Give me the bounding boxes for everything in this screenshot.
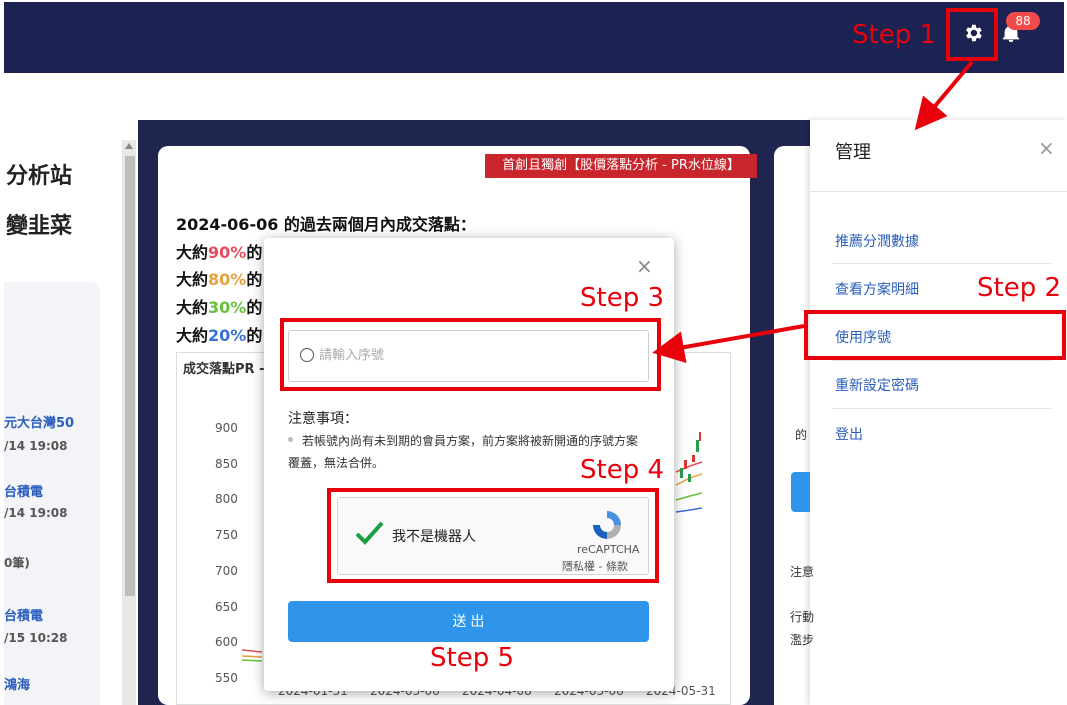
y-tick: 800: [215, 492, 238, 506]
peek-text: 的: [795, 428, 808, 442]
pr-line-90: 大約90%的: [176, 243, 263, 262]
y-tick: 600: [215, 635, 238, 649]
step4-highlight: [327, 488, 659, 583]
notification-badge: 88: [1006, 12, 1040, 30]
left-pane: 分析站 變韭菜 元大台灣50 /14 19:08 台積電 /14 19:08 0…: [4, 120, 138, 705]
step4-label: Step 4: [580, 455, 665, 485]
list-item-time: /14 19:08: [4, 439, 68, 453]
list-item-time: /14 19:08: [4, 506, 68, 520]
step1-highlight: [946, 8, 998, 61]
list-item-name[interactable]: 元大台灣50: [4, 412, 74, 431]
y-tick: 650: [215, 600, 238, 614]
peek-button: [791, 472, 810, 512]
drawer-item-referral[interactable]: 推薦分潤數據: [835, 231, 919, 251]
pr-line-30: 大約30%的: [176, 298, 263, 317]
site-title-line1: 分析站: [6, 164, 73, 189]
drawer-item-plan-details[interactable]: 查看方案明細: [835, 279, 919, 299]
feature-ribbon: 首創且獨創【股價落點分析 - PR水位線】: [485, 154, 757, 178]
y-tick: 900: [215, 421, 238, 435]
list-item-name[interactable]: 台積電: [4, 481, 43, 500]
drawer-divider: [832, 263, 1052, 264]
y-tick: 850: [215, 457, 238, 471]
y-tick: 550: [215, 671, 238, 685]
pr-line-80: 大約80%的: [176, 270, 263, 289]
modal-close-icon[interactable]: ×: [636, 254, 653, 278]
list-item-time: /15 10:28: [4, 631, 68, 645]
peek-text: 濫步: [790, 633, 815, 647]
step2-label: Step 2: [977, 273, 1062, 303]
notice-heading: 注意事項：: [288, 411, 358, 427]
y-tick: 750: [215, 528, 238, 542]
screen: 88 分析站 變韭菜 元大台灣50 /14 19:08 台積電 /14 19:0…: [0, 0, 1067, 705]
peek-text: 注意: [790, 565, 815, 579]
list-item-name[interactable]: 台積電: [4, 605, 43, 624]
step2-highlight: [804, 310, 1066, 360]
list-item-count: 0筆): [4, 556, 30, 570]
step3-label: Step 3: [580, 283, 665, 313]
step1-label: Step 1: [852, 20, 937, 50]
step3-highlight: [280, 318, 661, 391]
drawer-divider: [832, 408, 1052, 409]
drawer-divider: [832, 360, 1052, 361]
scrollbar-thumb[interactable]: [125, 156, 135, 596]
y-tick: 700: [215, 564, 238, 578]
step5-label: Step 5: [430, 643, 515, 673]
peek-text: 行動: [790, 610, 815, 624]
drawer-title: 管理: [835, 142, 871, 163]
submit-button[interactable]: 送 出: [288, 601, 649, 642]
site-title-line2: 變韭菜: [6, 214, 73, 239]
analysis-title: 2024-06-06 的過去兩個月內成交落點：: [176, 215, 476, 234]
drawer-divider: [810, 191, 1067, 192]
management-drawer: [810, 120, 1067, 705]
recent-list: 元大台灣50 /14 19:08 台積電 /14 19:08 0筆) 台積電 /…: [4, 282, 100, 705]
drawer-close-icon[interactable]: ×: [1038, 136, 1055, 160]
chart-title: 成交落點PR -: [183, 362, 265, 377]
drawer-item-logout[interactable]: 登出: [835, 424, 863, 444]
pr-line-20: 大約20%的: [176, 326, 263, 345]
scroll-up-arrow-icon[interactable]: [125, 143, 133, 149]
list-item-name[interactable]: 鴻海: [4, 674, 30, 693]
drawer-item-reset-password[interactable]: 重新設定密碼: [835, 375, 919, 395]
